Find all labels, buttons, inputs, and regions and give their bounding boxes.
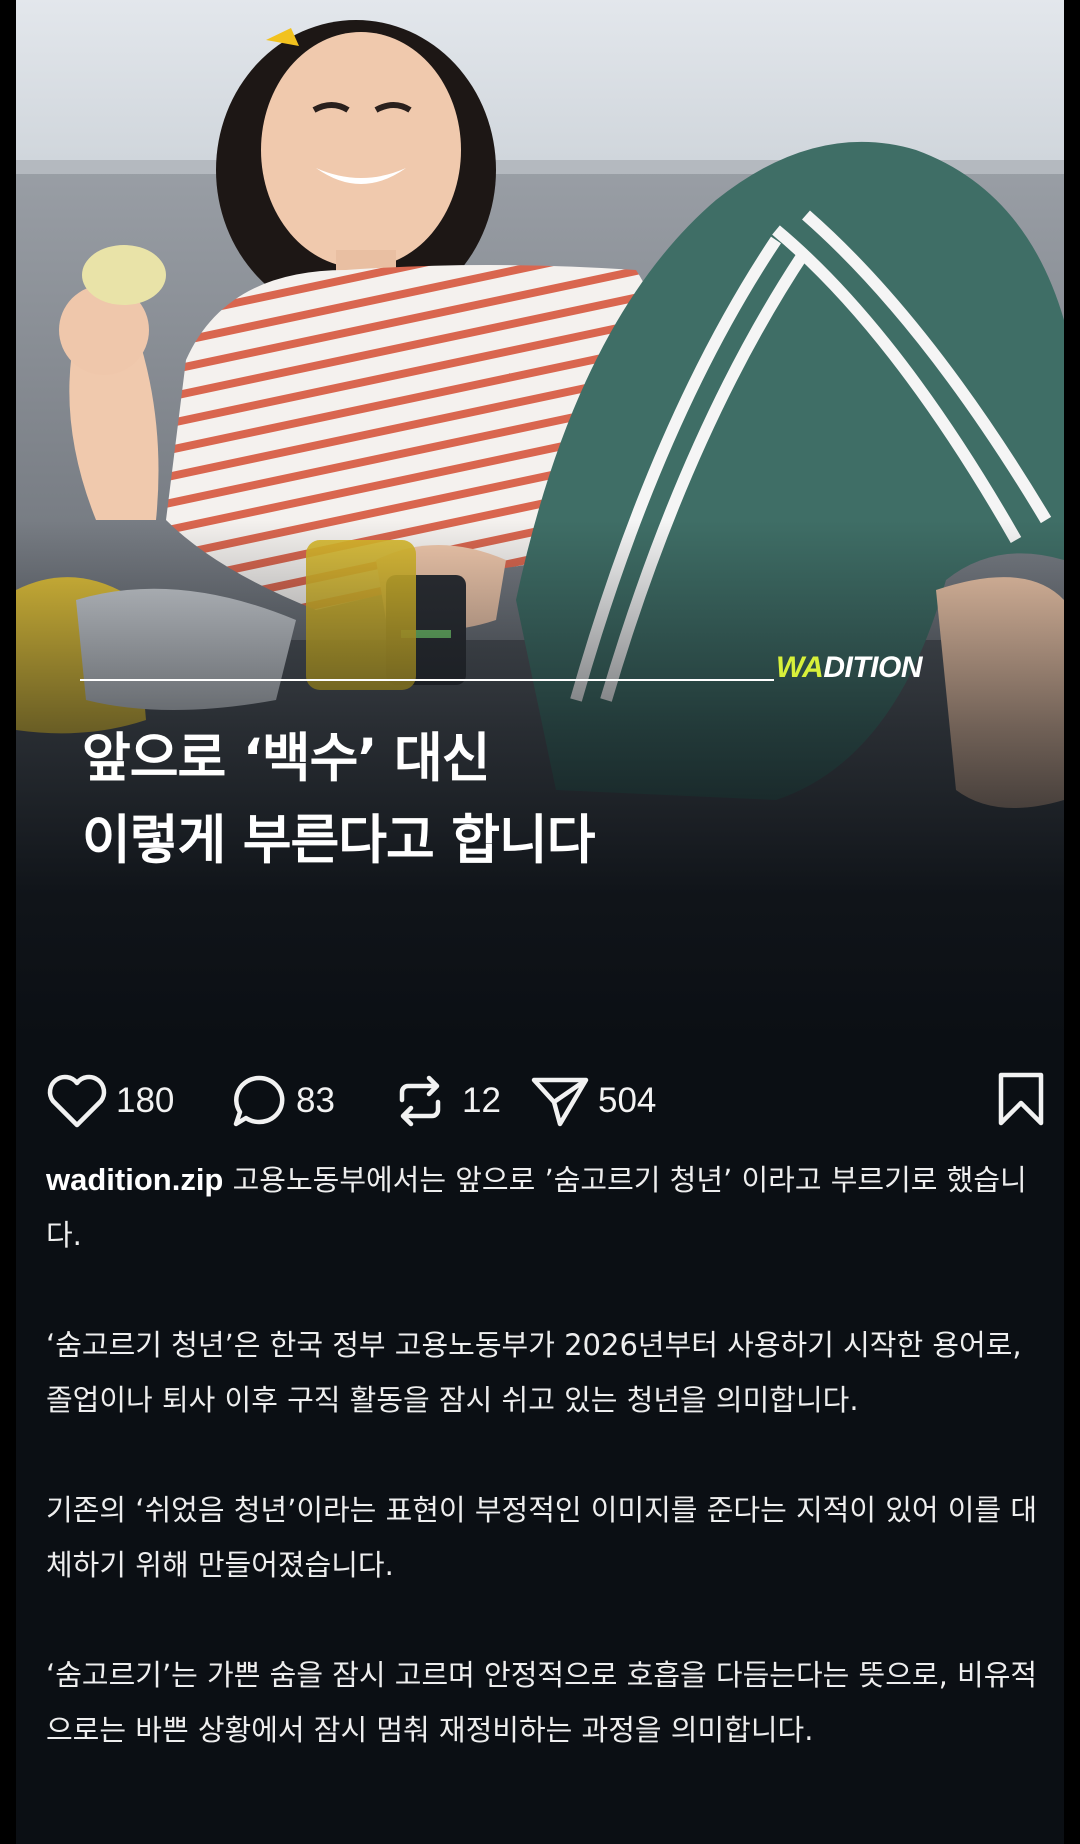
brand-divider bbox=[80, 679, 774, 681]
action-bar: 180 83 12 504 bbox=[46, 1066, 1046, 1136]
comment-button[interactable]: 83 bbox=[230, 1066, 335, 1136]
image-headline: 앞으로 ‘백수’ 대신 이렇게 부른다고 합니다 bbox=[82, 718, 982, 882]
save-button[interactable] bbox=[996, 1066, 1046, 1136]
post-caption: wadition.zip 고용노동부에서는 앞으로 ’숨고르기 청년’ 이라고 … bbox=[46, 1152, 1046, 1758]
headline-line-2: 이렇게 부른다고 합니다 bbox=[82, 810, 596, 871]
heart-icon bbox=[46, 1073, 108, 1129]
share-button[interactable]: 504 bbox=[530, 1066, 656, 1136]
caption-paragraph-4: ‘숨고르기’는 가쁜 숨을 잠시 고르며 안정적으로 호흡을 다듬는다는 뜻으로… bbox=[46, 1658, 1038, 1747]
caption-paragraph-3: 기존의 ‘쉬었음 청년’이라는 표현이 부정적인 이미지를 준다는 지적이 있어… bbox=[46, 1493, 1038, 1582]
repost-icon bbox=[392, 1072, 448, 1130]
caption-paragraph-2: ‘숨고르기 청년’은 한국 정부 고용노동부가 2026년부터 사용하기 시작한… bbox=[46, 1328, 1022, 1417]
send-icon bbox=[530, 1072, 590, 1130]
headline-line-1: 앞으로 ‘백수’ 대신 bbox=[82, 728, 491, 789]
caption-paragraph-1: wadition.zip 고용노동부에서는 앞으로 ’숨고르기 청년’ 이라고 … bbox=[46, 1162, 1027, 1252]
repost-count: 12 bbox=[462, 1081, 501, 1120]
bookmark-icon bbox=[996, 1070, 1046, 1132]
comment-icon bbox=[230, 1072, 288, 1130]
repost-button[interactable]: 12 bbox=[392, 1066, 501, 1136]
screen: WADITION 앞으로 ‘백수’ 대신 이렇게 부른다고 합니다 180 83… bbox=[0, 0, 1080, 1844]
username-link[interactable]: wadition.zip bbox=[46, 1162, 223, 1197]
post: WADITION 앞으로 ‘백수’ 대신 이렇게 부른다고 합니다 180 83… bbox=[16, 0, 1064, 1844]
share-count: 504 bbox=[598, 1081, 657, 1120]
like-button[interactable]: 180 bbox=[46, 1066, 174, 1136]
post-image[interactable]: WADITION 앞으로 ‘백수’ 대신 이렇게 부른다고 합니다 bbox=[16, 0, 1064, 1038]
comment-count: 83 bbox=[296, 1081, 335, 1120]
brand-logo: WADITION bbox=[776, 651, 922, 684]
like-count: 180 bbox=[116, 1081, 175, 1120]
